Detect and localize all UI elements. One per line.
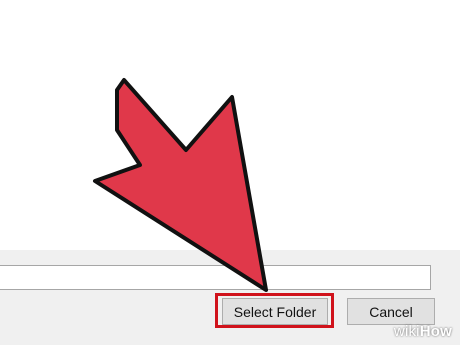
watermark: wikiHow	[394, 323, 452, 340]
screenshot-stage: Select Folder Cancel wikiHow	[0, 0, 460, 345]
watermark-suffix: How	[419, 323, 452, 340]
folder-path-field[interactable]	[0, 265, 431, 290]
watermark-prefix: wiki	[393, 323, 420, 340]
select-folder-button[interactable]: Select Folder	[222, 298, 328, 325]
cancel-button[interactable]: Cancel	[347, 298, 435, 325]
